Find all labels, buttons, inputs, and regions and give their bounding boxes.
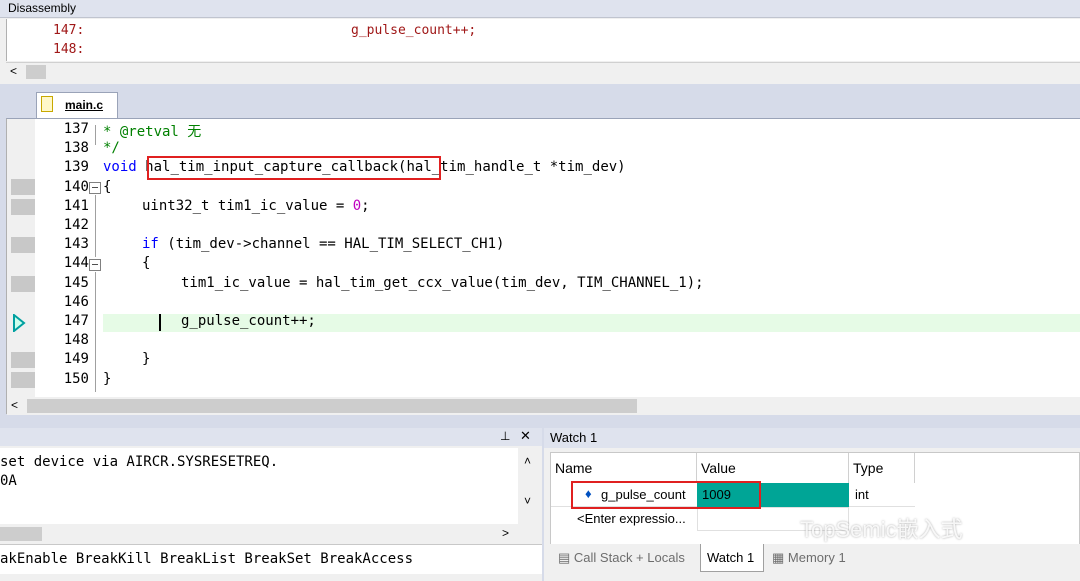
output-vscrollbar[interactable]: ˄ ˅: [518, 448, 542, 524]
fold-toggle-icon[interactable]: [89, 182, 101, 194]
fold-toggle-icon[interactable]: [89, 259, 101, 271]
tab-label: main.c: [65, 98, 104, 112]
memory-icon: ▦: [772, 550, 785, 565]
output-line: 0A: [0, 473, 17, 489]
line-number: 137: [63, 121, 89, 137]
command-header: ⊥ ✕: [0, 428, 542, 446]
command-hint: akEnable BreakKill BreakList BreakSet Br…: [0, 551, 414, 567]
line-marker: [11, 179, 35, 195]
line-number: 150: [63, 371, 89, 387]
current-line-arrow-icon: [13, 314, 26, 332]
tab-watch-1[interactable]: Watch 1: [700, 544, 764, 572]
watch-tabbar: ▤ Call Stack + Locals Watch 1 ▦ Memory 1: [544, 544, 1080, 572]
line-number: 138: [63, 140, 89, 156]
output-hscrollbar[interactable]: >: [0, 524, 518, 544]
function-highlight-box: [147, 156, 441, 180]
line-marker: [11, 372, 35, 388]
column-header-value[interactable]: Value: [697, 453, 849, 483]
tab-main-c[interactable]: main.c: [36, 92, 118, 118]
code-line: tim1_ic_value = hal_tim_get_ccx_value(ti…: [181, 275, 704, 291]
scroll-thumb[interactable]: [27, 399, 637, 413]
disassembly-panel: Disassembly 147: g_pulse_count++; 148: <: [0, 0, 1080, 84]
fold-guide: [95, 272, 96, 392]
code-line-141: uint32_t tim1_ic_value = 0;: [142, 198, 370, 214]
watch-highlight-box: [571, 481, 761, 509]
line-marker: [11, 352, 35, 368]
output-line: set device via AIRCR.SYSRESETREQ.: [0, 454, 279, 470]
column-header-name[interactable]: Name: [551, 453, 697, 483]
command-output: set device via AIRCR.SYSRESETREQ. 0A: [0, 448, 518, 524]
line-number: 140: [63, 179, 89, 195]
fold-guide: [95, 125, 96, 145]
call-stack-icon: ▤: [558, 550, 571, 565]
disassembly-hscrollbar[interactable]: <: [6, 62, 1080, 80]
line-marker: [11, 199, 35, 215]
scroll-thumb[interactable]: [26, 65, 46, 79]
code-line: {: [142, 255, 151, 271]
tab-memory-1[interactable]: ▦ Memory 1: [766, 544, 866, 572]
watch-title: Watch 1: [544, 428, 1080, 448]
command-panel: ⊥ ✕ set device via AIRCR.SYSRESETREQ. 0A…: [0, 428, 542, 581]
disasm-addr: 148:: [53, 42, 85, 57]
enter-expression[interactable]: <Enter expressio...: [577, 511, 686, 526]
line-number: 148: [63, 332, 89, 348]
code-line: {: [103, 179, 112, 195]
code-line: }: [142, 351, 151, 367]
code-editor[interactable]: 137 138 139 140 141 142 143 144 145 146 …: [6, 118, 1080, 415]
scroll-left-icon[interactable]: <: [11, 398, 18, 412]
line-number: 147: [63, 313, 89, 329]
watermark: TopSemic嵌入式: [800, 517, 963, 542]
scroll-thumb[interactable]: [0, 527, 42, 541]
editor-hscrollbar[interactable]: <: [7, 397, 1080, 415]
code-line-143: if (tim_dev->channel == HAL_TIM_SELECT_C…: [142, 236, 505, 252]
line-number: 144: [63, 255, 89, 271]
line-number: 146: [63, 294, 89, 310]
column-header-type[interactable]: Type: [849, 453, 915, 483]
pin-icon[interactable]: ⊥: [500, 429, 510, 443]
disasm-code: g_pulse_count++;: [351, 23, 477, 38]
scroll-left-icon[interactable]: <: [10, 64, 17, 78]
scroll-right-icon[interactable]: >: [502, 526, 509, 540]
text-caret: [159, 314, 161, 331]
close-icon[interactable]: ✕: [520, 428, 531, 444]
disasm-addr: 147:: [53, 23, 85, 38]
line-number: 141: [63, 198, 89, 214]
line-number: 149: [63, 351, 89, 367]
disassembly-view[interactable]: 147: g_pulse_count++; 148:: [6, 19, 1080, 61]
line-number: 143: [63, 236, 89, 252]
line-number: 139: [63, 159, 89, 175]
code-line: }: [103, 371, 112, 387]
code-line: */: [103, 140, 120, 156]
line-number: 142: [63, 217, 89, 233]
line-marker: [11, 276, 35, 292]
watch-type: int: [855, 487, 869, 502]
code-line: g_pulse_count++;: [181, 313, 316, 329]
disassembly-title: Disassembly: [0, 0, 1080, 18]
line-marker: [11, 237, 35, 253]
command-input[interactable]: akEnable BreakKill BreakList BreakSet Br…: [0, 544, 542, 574]
fold-guide: [95, 195, 96, 257]
chevron-up-icon[interactable]: ˄: [524, 454, 531, 468]
line-number: 145: [63, 275, 89, 291]
c-file-icon: [41, 96, 53, 112]
chevron-down-icon[interactable]: ˅: [524, 494, 531, 508]
editor-tabbar: [0, 88, 1080, 118]
code-line: * @retval 无: [103, 124, 202, 140]
tab-call-stack[interactable]: ▤ Call Stack + Locals: [552, 544, 702, 572]
